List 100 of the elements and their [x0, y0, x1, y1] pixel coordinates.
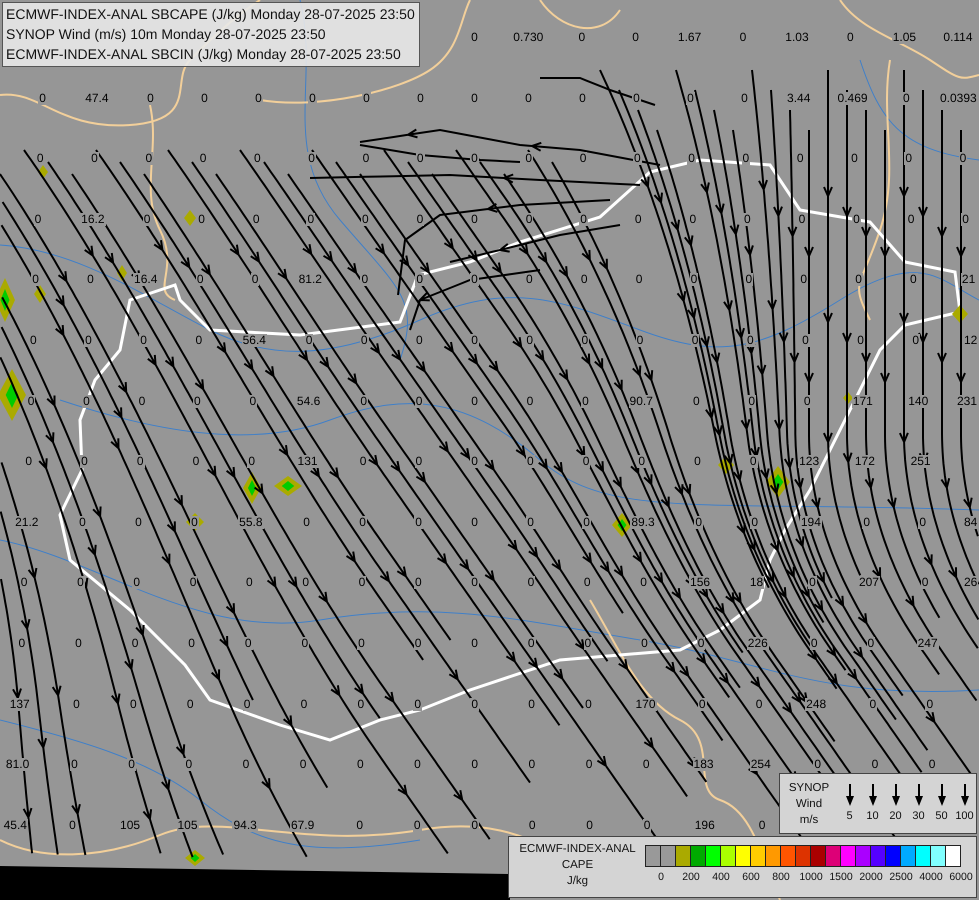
cape-value: 0: [26, 394, 36, 408]
speed-label: 30: [912, 810, 925, 823]
cape-value: 0: [247, 455, 256, 468]
cape-value: 0: [738, 31, 748, 44]
cape-value: 0: [357, 637, 366, 650]
cape-value: 0: [580, 273, 589, 286]
cape-value: 0: [750, 516, 760, 529]
cape-patch: [34, 285, 46, 303]
cape-value: 0: [356, 758, 365, 772]
cape-value: 207: [858, 576, 880, 590]
cape-value: 0: [902, 92, 911, 105]
cape-value: 0: [526, 455, 535, 468]
cape-value: 0: [250, 273, 260, 286]
down-arrow-icon: [844, 784, 854, 806]
cape-value: 1.03: [784, 31, 810, 44]
cape-patch: [184, 210, 196, 226]
cape-value: 0: [632, 92, 641, 105]
cape-value: 0: [866, 637, 876, 650]
cape-value: 248: [805, 698, 828, 711]
cape-value: 0: [524, 212, 534, 226]
cape-value: 0: [301, 576, 310, 590]
cape-patch: [274, 476, 302, 496]
cape-value: 0: [362, 92, 371, 105]
cape-value: 0: [248, 394, 258, 408]
tick-label: 600: [741, 871, 761, 883]
cape-value: 0: [639, 576, 648, 590]
cape-value: 0: [810, 637, 819, 650]
cape-value: 0: [415, 273, 424, 286]
cape-value: 0: [528, 818, 537, 832]
cape-value: 0: [413, 698, 422, 711]
tick-label: 4000: [918, 871, 944, 883]
cape-value: 89.3: [630, 516, 656, 529]
cape-value: 0: [870, 758, 880, 772]
cape-value: 0: [642, 758, 651, 772]
cape-value: 0: [742, 152, 750, 166]
cape-value: 0: [802, 394, 812, 408]
cape-value: 0: [359, 394, 368, 408]
cape-value: 94.3: [232, 818, 258, 832]
cape-value: 0: [524, 92, 533, 105]
cape-value: 0: [307, 152, 316, 166]
cape-value: 156: [689, 576, 712, 590]
cape-value: 0: [640, 637, 649, 650]
cape-value: 0: [360, 334, 369, 347]
cape-value: 196: [694, 818, 716, 832]
cape-value: 0: [139, 334, 148, 347]
cape-value: 0.469: [836, 92, 869, 105]
cape-value: 0: [690, 334, 700, 347]
cape-value: 0: [415, 334, 424, 347]
cape-value: 0: [300, 698, 308, 711]
cape-value: 0: [414, 516, 423, 529]
cape-value: 0.114: [942, 31, 974, 44]
cape-value: 0: [698, 698, 707, 711]
cape-value: 21.2: [14, 516, 40, 529]
cape-value: 0: [300, 637, 310, 650]
cape-value: 0: [528, 758, 536, 772]
cape-value: 0: [414, 455, 424, 468]
cape-value: 0: [920, 576, 930, 590]
cape-value: 0: [242, 758, 250, 772]
down-arrow-icon: [936, 784, 946, 806]
cape-value: 0: [127, 758, 136, 772]
legend-title: SYNOP: [788, 780, 830, 796]
cape-value: 0: [244, 637, 253, 650]
cape-value: 0: [527, 698, 536, 711]
cape-value: 0: [84, 334, 93, 347]
cape-value: 0: [747, 394, 756, 408]
cape-value: 0: [470, 637, 479, 650]
speed-label: 5: [846, 810, 853, 823]
cape-value: 0: [470, 758, 480, 772]
legend-title: ECMWF-INDEX-ANAL: [518, 842, 637, 857]
cape-value: 0: [196, 273, 205, 286]
cape-value: 0: [470, 576, 479, 590]
cape-value: 0: [306, 212, 316, 226]
cape-value: 0: [24, 455, 34, 468]
tick-label: 6000: [948, 871, 974, 883]
cape-patch: [185, 850, 205, 866]
cape-value: 226: [746, 637, 769, 650]
cape-value: 0: [38, 92, 47, 105]
cape-value: 0: [687, 152, 696, 166]
cape-value: 1.05: [892, 31, 918, 44]
cape-value: 0: [686, 92, 695, 105]
cape-value: 3.44: [786, 92, 812, 105]
cape-value: 0: [356, 698, 366, 711]
cape-value: 0: [582, 516, 591, 529]
cape-value: 0: [909, 273, 918, 286]
cape-value: 0: [358, 516, 367, 529]
cape-value: 0: [142, 212, 152, 226]
cape-value: 0: [36, 152, 45, 166]
cape-value: 0: [578, 152, 588, 166]
cape-value: 0: [34, 212, 42, 226]
cape-value: 170: [634, 698, 657, 711]
cape-value: 0: [186, 698, 195, 711]
cape-value: 0: [526, 516, 535, 529]
tick-label: 200: [681, 871, 701, 883]
cape-value: 0: [18, 637, 26, 650]
cape-value: 0: [198, 152, 208, 166]
cape-value: 0: [358, 455, 368, 468]
cape-value: 0: [584, 758, 594, 772]
speed-label: 100: [955, 810, 974, 823]
cape-value: 0: [413, 758, 422, 772]
cape-value: 0: [743, 212, 752, 226]
